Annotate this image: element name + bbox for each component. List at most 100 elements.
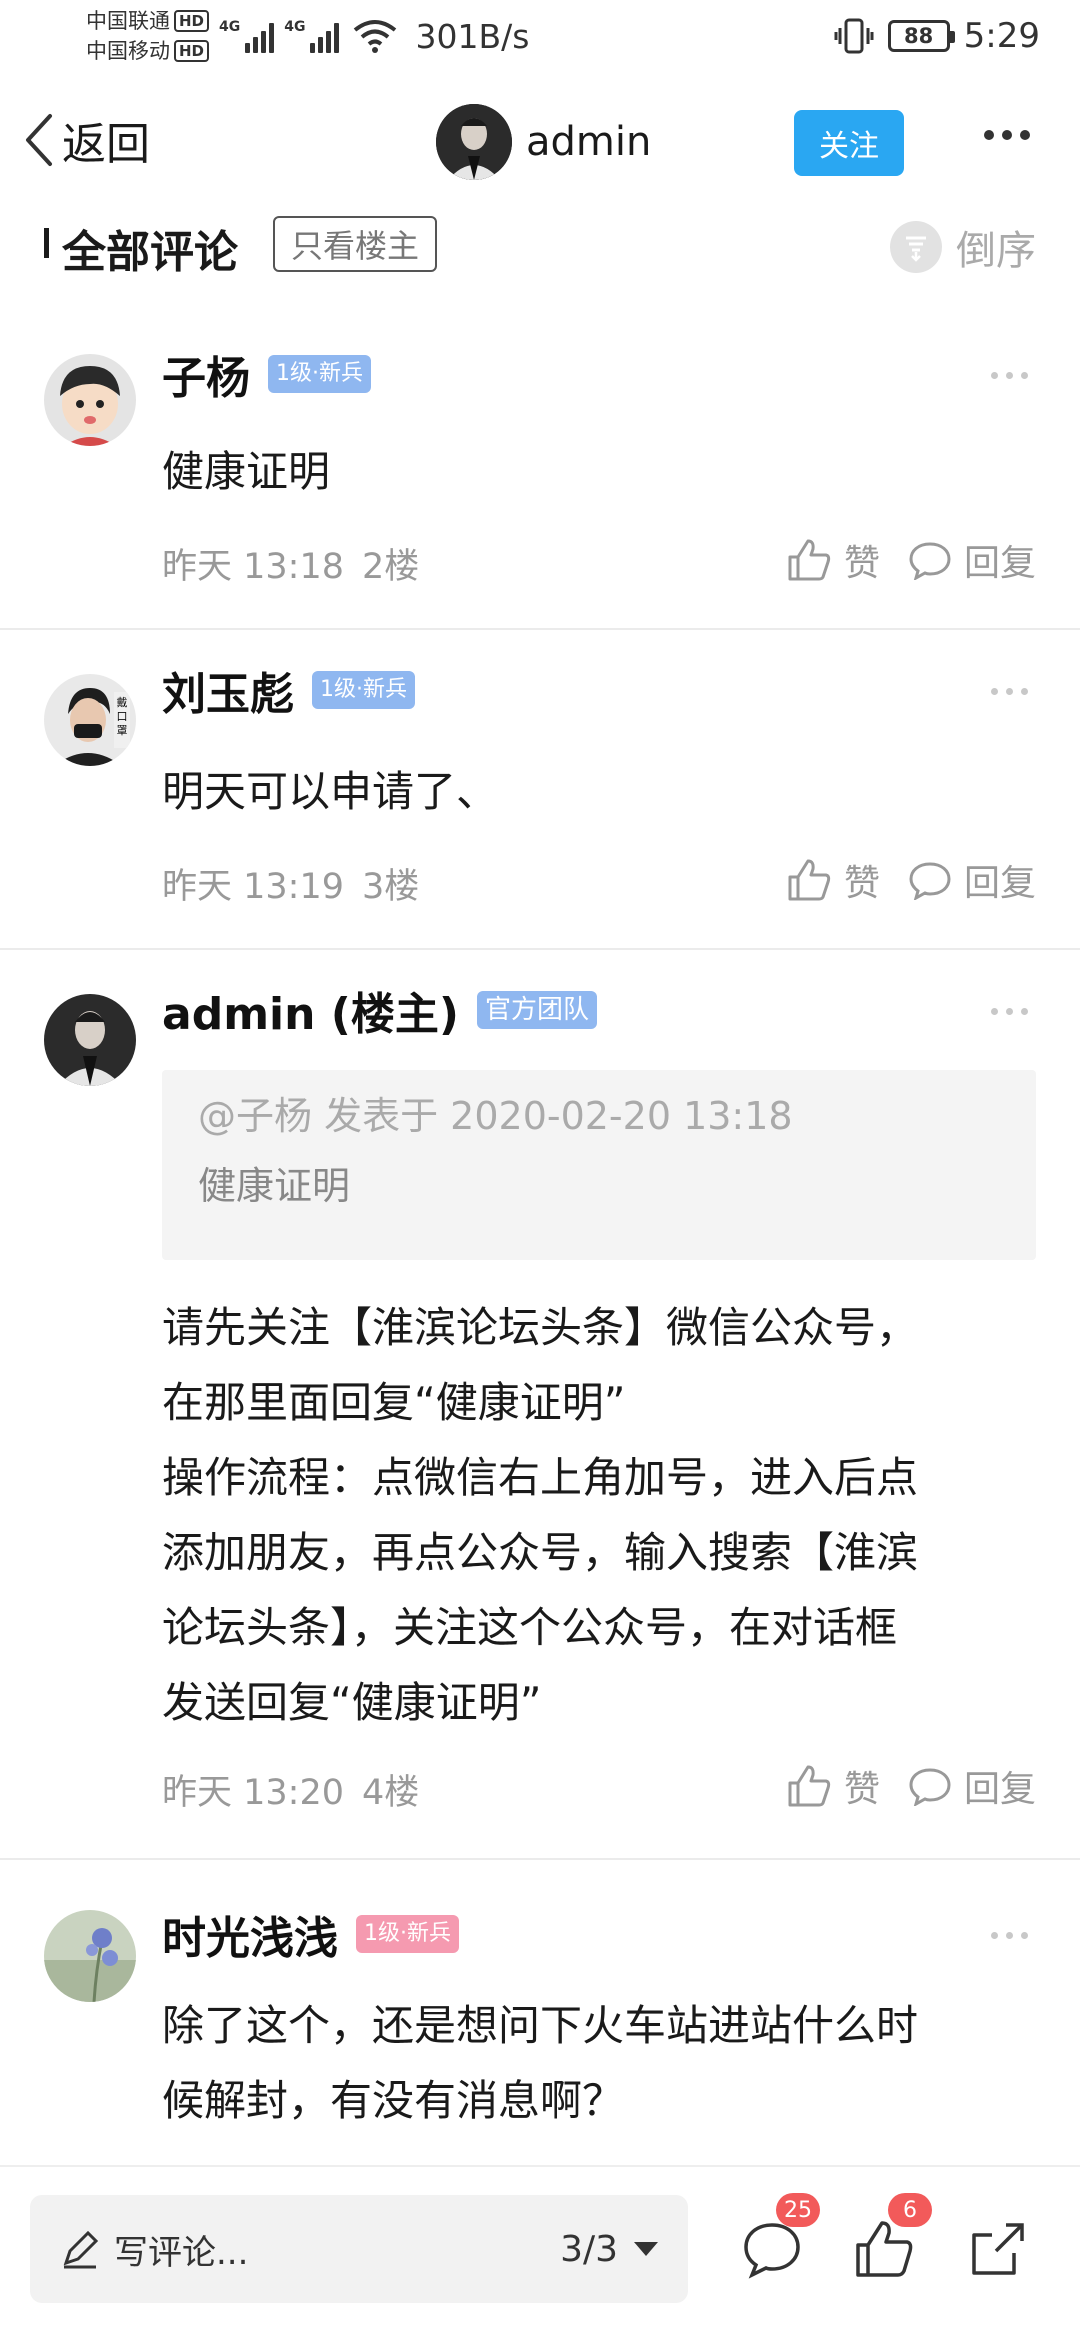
comment-more-icon[interactable] — [991, 688, 1028, 695]
comment-count-badge: 25 — [776, 2193, 820, 2227]
comments-header: 全部评论 只看楼主 倒序 — [0, 206, 1080, 282]
back-button[interactable]: 返回 — [22, 108, 150, 172]
thumbs-up-icon — [788, 539, 831, 581]
sort-label: 倒序 — [956, 228, 1036, 274]
like-post-button[interactable]: 6 — [852, 2193, 932, 2281]
write-comment-label: 写评论... — [114, 2232, 249, 2273]
carrier-1: 中国联通 — [86, 9, 170, 33]
level-badge: 1级·新兵 — [312, 671, 415, 709]
comment-meta: 昨天 13:18 2楼 — [162, 538, 419, 589]
page-indicator: 3/3 — [560, 2228, 618, 2270]
reply-button[interactable]: 回复 — [908, 854, 1036, 906]
comment-more-icon[interactable] — [991, 1932, 1028, 1939]
share-button[interactable] — [966, 2217, 1030, 2281]
sort-icon — [890, 221, 942, 273]
battery-icon: 88 — [887, 20, 955, 52]
comment-bubble-icon — [909, 542, 951, 580]
bottom-action-bar: 写评论... 3/3 25 6 — [0, 2165, 1080, 2340]
level-badge: 1级·新兵 — [268, 355, 371, 393]
level-badge: 1级·新兵 — [356, 1915, 459, 1953]
commenter-avatar[interactable] — [44, 1910, 136, 2002]
caret-down-icon — [634, 2242, 658, 2256]
comment-floor: 3楼 — [362, 867, 420, 907]
comment-text: 除了这个，还是想问下火车站进站什么时 候解封，有没有消息啊？ — [162, 2001, 919, 2125]
like-count-badge: 6 — [888, 2193, 932, 2227]
comment-item: admin (楼主) 官方团队 @子杨 发表于 2020-02-20 13:18… — [0, 950, 1080, 1860]
comments-button[interactable]: 25 — [740, 2193, 820, 2281]
comment-text: 明天可以申请了、 — [162, 767, 499, 816]
comment-item: 戴 口 罩 刘玉彪 1级·新兵 明天可以申请了、 昨天 13:19 3楼 赞 回… — [0, 630, 1080, 950]
battery-level: 88 — [904, 24, 934, 48]
comment-meta: 昨天 13:20 4楼 — [162, 1764, 419, 1815]
status-bar: 中国联通 HD 中国移动 HD 4G 4G 301B/s 88 5:29 — [0, 0, 1080, 72]
reply-button[interactable]: 回复 — [908, 1760, 1036, 1812]
more-options-icon[interactable] — [984, 130, 1030, 140]
comment-text: 请先关注【淮滨论坛头条】微信公众号， 在那里面回复“健康证明” 操作流程：点微信… — [162, 1303, 919, 1727]
comment-floor: 2楼 — [362, 547, 420, 587]
like-label: 赞 — [843, 863, 880, 904]
comment-time: 昨天 13:18 — [162, 547, 344, 587]
comment-meta: 昨天 13:19 3楼 — [162, 858, 419, 909]
section-accent-bar — [44, 228, 49, 258]
svg-text:戴: 戴 — [117, 695, 128, 709]
reply-label: 回复 — [963, 863, 1036, 904]
comment-time: 昨天 13:19 — [162, 867, 344, 907]
commenter-name[interactable]: 子杨 — [162, 342, 250, 406]
signal-icon: 4G — [219, 19, 275, 53]
page-selector[interactable]: 3/3 — [560, 2229, 658, 2270]
sort-reverse-button[interactable]: 倒序 — [890, 218, 1036, 276]
section-title: 全部评论 — [62, 227, 238, 278]
comment-time: 昨天 13:20 — [162, 1773, 344, 1813]
commenter-name[interactable]: admin (楼主) — [162, 978, 459, 1042]
hd-badge: HD — [174, 10, 210, 32]
author-name: admin — [526, 119, 652, 165]
carrier-info: 中国联通 HD 中国移动 HD — [86, 6, 210, 66]
commenter-name[interactable]: 刘玉彪 — [162, 658, 294, 722]
comment-item: 时光浅浅 1级·新兵 除了这个，还是想问下火车站进站什么时 候解封，有没有消息啊… — [0, 1860, 1080, 2165]
vibrate-icon — [834, 18, 874, 54]
svg-text:口: 口 — [117, 710, 128, 723]
comment-bubble-icon — [909, 862, 951, 900]
reply-button[interactable]: 回复 — [908, 534, 1036, 586]
signal-icon: 4G — [284, 19, 340, 53]
commenter-name[interactable]: 时光浅浅 — [162, 1902, 338, 1966]
nav-bar: 返回 admin 关注 — [0, 86, 1080, 206]
clock: 5:29 — [963, 16, 1040, 56]
quote-body: 健康证明 — [198, 1164, 351, 1208]
write-comment-input[interactable]: 写评论... 3/3 — [30, 2195, 688, 2303]
comment-text: 健康证明 — [162, 447, 331, 496]
comment-bubble-icon — [909, 1768, 951, 1806]
official-team-badge: 官方团队 — [476, 991, 597, 1029]
pencil-icon — [63, 2230, 99, 2269]
comment-more-icon[interactable] — [991, 1008, 1028, 1015]
back-label: 返回 — [62, 119, 150, 170]
reply-label: 回复 — [963, 1769, 1036, 1810]
commenter-avatar[interactable] — [44, 994, 136, 1086]
like-label: 赞 — [843, 543, 880, 584]
author-header[interactable]: admin — [436, 104, 651, 180]
quote-header: @子杨 发表于 2020-02-20 13:18 — [198, 1094, 793, 1138]
like-button[interactable]: 赞 — [786, 534, 880, 586]
thumbs-up-icon — [788, 1765, 831, 1807]
net-speed: 301B/s — [415, 16, 530, 56]
chevron-left-icon — [26, 114, 52, 166]
reply-label: 回复 — [963, 543, 1036, 584]
comment-more-icon[interactable] — [991, 372, 1028, 379]
wifi-icon — [354, 20, 397, 53]
like-button[interactable]: 赞 — [786, 854, 880, 906]
carrier-2: 中国移动 — [86, 39, 170, 63]
comment-item: 子杨 1级·新兵 健康证明 昨天 13:18 2楼 赞 回复 — [0, 300, 1080, 630]
thumbs-up-icon — [788, 859, 831, 901]
hd-badge: HD — [174, 40, 210, 62]
share-icon — [972, 2223, 1024, 2275]
follow-button[interactable]: 关注 — [794, 110, 904, 176]
svg-text:罩: 罩 — [117, 724, 128, 737]
only-owner-filter-button[interactable]: 只看楼主 — [273, 216, 438, 272]
commenter-avatar[interactable] — [44, 354, 136, 446]
comment-floor: 4楼 — [362, 1773, 420, 1813]
like-label: 赞 — [843, 1769, 880, 1810]
author-avatar[interactable] — [436, 104, 512, 180]
commenter-avatar[interactable]: 戴 口 罩 — [44, 674, 136, 766]
quoted-comment[interactable]: @子杨 发表于 2020-02-20 13:18 健康证明 — [162, 1070, 1036, 1260]
like-button[interactable]: 赞 — [786, 1760, 880, 1812]
